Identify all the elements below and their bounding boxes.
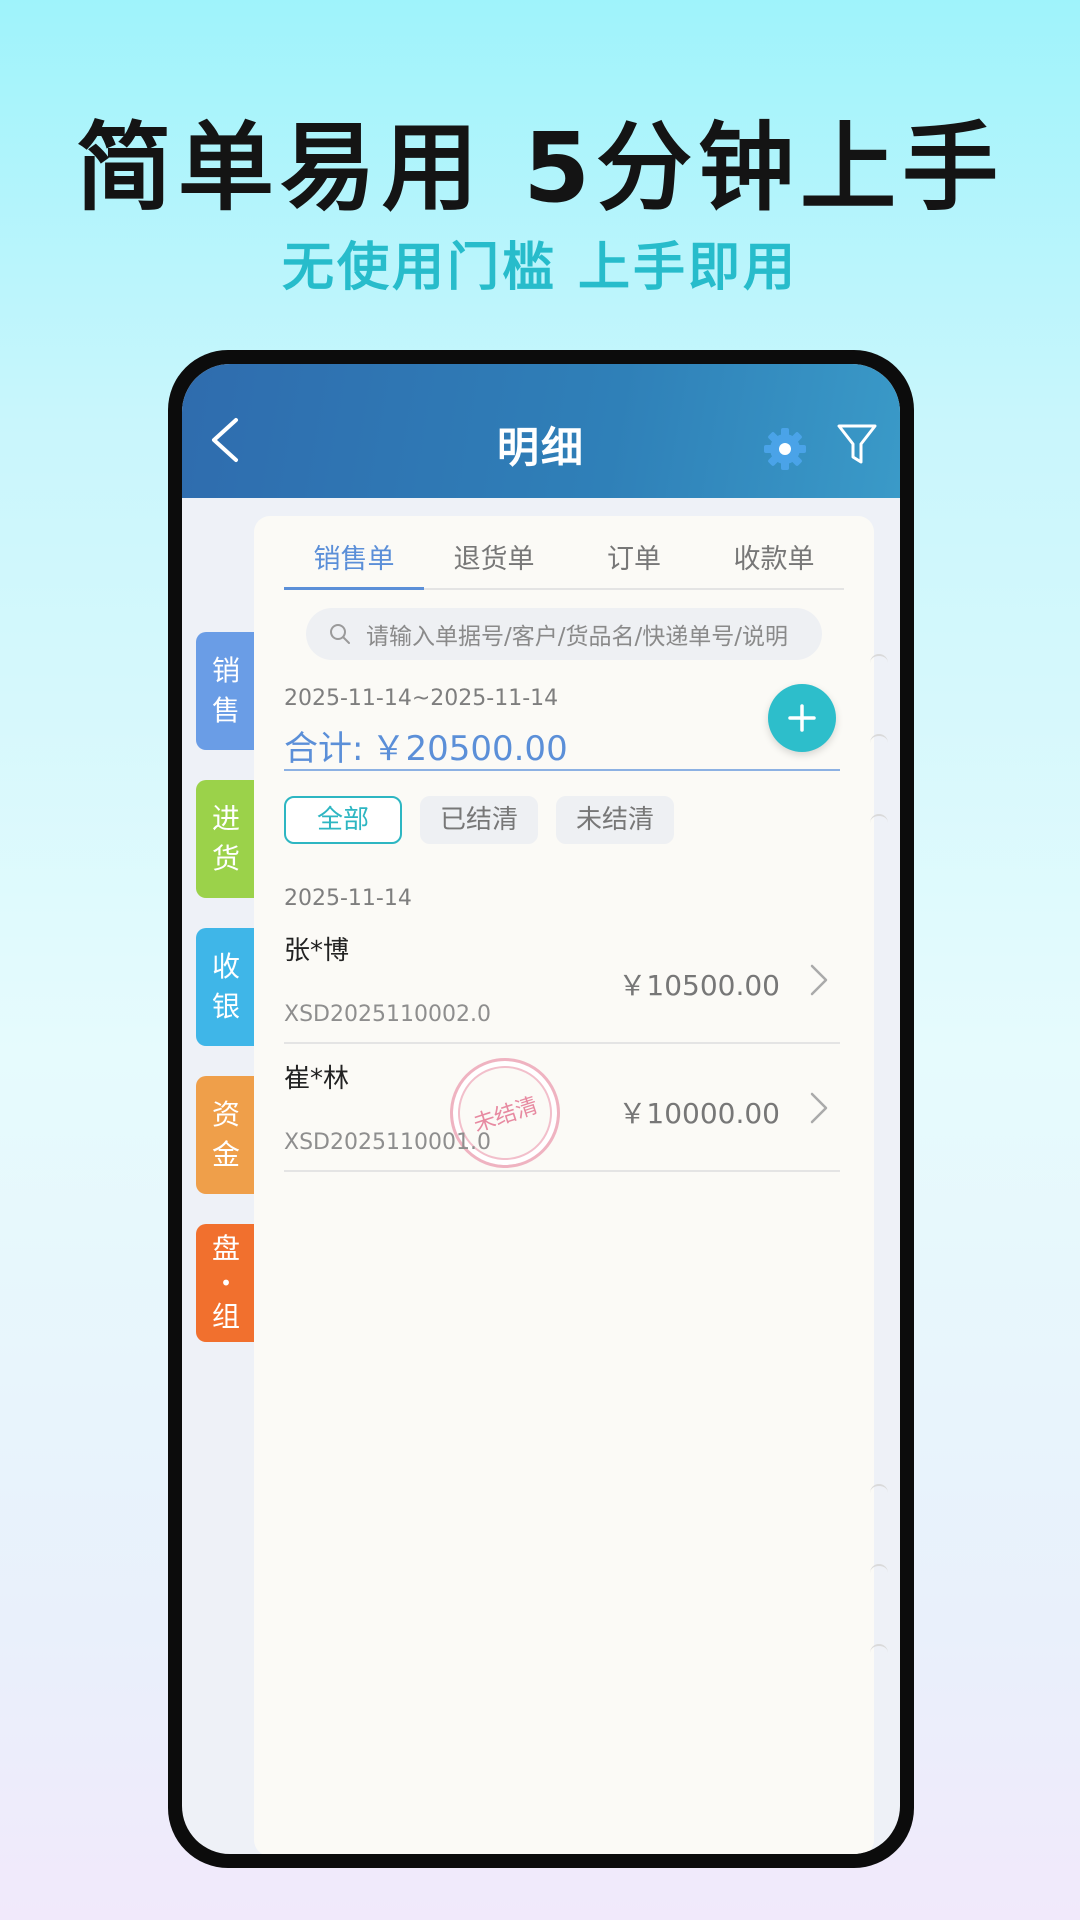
binder-hole	[870, 1564, 888, 1582]
binder-holes	[870, 364, 900, 1854]
binder-hole	[870, 654, 888, 672]
side-tab-cashier[interactable]: 收 银	[196, 928, 256, 1046]
phone-frame: 明细 销 售 进 货 收 银 资 金 盘 • 组 销售单 退货单 订单 收款单 …	[168, 350, 914, 1868]
plus-icon	[788, 704, 816, 732]
chevron-right-icon	[810, 1092, 828, 1124]
record-code: XSD2025110002.0	[284, 1002, 491, 1027]
binder-hole	[870, 1484, 888, 1502]
record-code: XSD2025110001.0	[284, 1130, 491, 1155]
filter-settled[interactable]: 已结清	[420, 796, 538, 844]
promo-subline: 无使用门槛 上手即用	[281, 238, 799, 298]
filter-all[interactable]: 全部	[284, 796, 402, 844]
app-bar: 明细	[182, 364, 900, 498]
binder-hole	[870, 814, 888, 832]
gear-icon[interactable]	[762, 426, 808, 472]
content-card: 销售单 退货单 订单 收款单 请输入单据号/客户/货品名/快递单号/说明 202…	[254, 516, 874, 1854]
total-summary: 合计: ￥20500.00	[284, 721, 840, 771]
doc-tabs: 销售单 退货单 订单 收款单	[284, 536, 844, 590]
unsettled-stamp: 未结清	[435, 1043, 575, 1183]
side-tab-sales[interactable]: 销 售	[196, 632, 262, 750]
tab-receipt[interactable]: 收款单	[704, 536, 844, 588]
record-amount: ￥10000.00	[618, 1097, 780, 1130]
phone-screen: 明细 销 售 进 货 收 银 资 金 盘 • 组 销售单 退货单 订单 收款单 …	[182, 364, 900, 1854]
search-input[interactable]: 请输入单据号/客户/货品名/快递单号/说明	[306, 608, 822, 660]
record-amount: ￥10500.00	[618, 969, 780, 1002]
customer-name: 张*博	[284, 936, 350, 966]
add-button[interactable]	[768, 684, 836, 752]
side-tab-purchase[interactable]: 进 货	[196, 780, 256, 898]
list-item[interactable]: 崔*林 未结清 ￥10000.00 XSD2025110001.0	[284, 1043, 840, 1183]
date-range[interactable]: 2025-11-14~2025-11-14	[284, 686, 558, 711]
promo-headline: 简单易用 5分钟上手	[75, 112, 1005, 224]
binder-hole	[870, 1644, 888, 1662]
tab-sales-order[interactable]: 销售单	[284, 536, 424, 590]
list-item[interactable]: 张*博 ￥10500.00 XSD2025110002.0	[284, 916, 840, 1044]
binder-hole	[870, 734, 888, 752]
status-filters: 全部 已结清 未结清	[284, 796, 692, 844]
filter-unsettled[interactable]: 未结清	[556, 796, 674, 844]
total-value: ￥20500.00	[371, 729, 568, 769]
tab-return-order[interactable]: 退货单	[424, 536, 564, 588]
search-placeholder: 请输入单据号/客户/货品名/快递单号/说明	[366, 624, 788, 650]
group-date: 2025-11-14	[284, 886, 412, 911]
customer-name: 崔*林	[284, 1064, 350, 1094]
tab-order[interactable]: 订单	[564, 536, 704, 588]
side-tab-stock[interactable]: 盘 • 组	[196, 1224, 256, 1342]
side-tab-funds[interactable]: 资 金	[196, 1076, 256, 1194]
search-icon	[330, 624, 350, 644]
chevron-right-icon	[810, 964, 828, 996]
total-label: 合计:	[284, 729, 364, 769]
